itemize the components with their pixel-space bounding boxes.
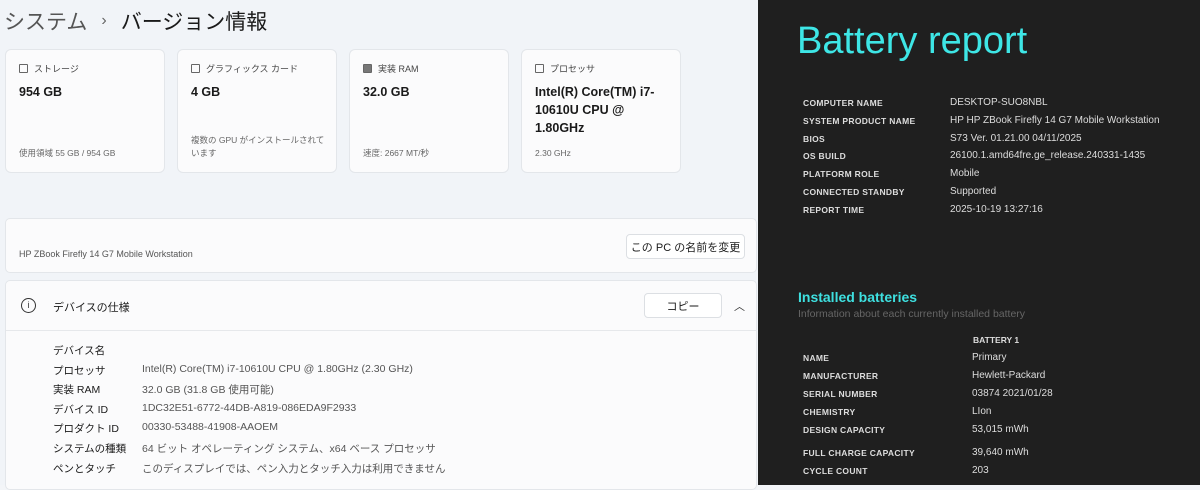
report-label: OS BUILD [803,151,847,162]
spec-label: システムの種類 [53,443,127,455]
processor-card[interactable]: プロセッサ Intel(R) Core(TM) i7-10610U CPU @ … [521,49,681,173]
info-icon: i [21,298,36,313]
report-value: Supported [950,186,997,197]
installed-batteries-subtitle: Information about each currently install… [798,308,1026,320]
rename-pc-button[interactable]: この PC の名前を変更 [626,234,745,259]
battery-label: SERIAL NUMBER [803,389,878,399]
copy-button[interactable]: コピー [644,293,722,318]
card-sub: 2.30 GHz [535,148,571,158]
report-value: S73 Ver. 01.21.00 04/11/2025 [950,132,1082,144]
spec-row: システムの種類 64 ビット オペレーティング システム、x64 ベース プロセッ… [53,441,436,456]
card-sub: 使用領域 55 GB / 954 GB [19,148,116,158]
storage-card[interactable]: ストレージ 954 GB 使用領域 55 GB / 954 GB [5,49,165,173]
spec-row: 実装 RAM 32.0 GB (31.8 GB 使用可能) [53,382,274,397]
spec-label: デバイス名 [53,345,106,357]
spec-label: ペンとタッチ [53,462,116,475]
spec-label: 実装 RAM [53,384,101,397]
battery-value: LIon [972,406,992,417]
spec-row: プロダクト ID 00330-53488-41908-AAOEM [53,421,278,436]
spec-row: ペンとタッチ このディスプレイでは、ペン入力とタッチ入力は利用できません [53,461,445,476]
spec-value: 32.0 GB (31.8 GB 使用可能) [142,384,274,397]
device-name: HP ZBook Firefly 14 G7 Mobile Workstatio… [19,249,193,259]
spec-row: デバイス名 [53,343,142,358]
storage-icon [19,64,28,73]
card-sub: 複数の GPU がインストールされています [191,135,325,158]
battery-label: CHEMISTRY [803,407,856,417]
report-label: CONNECTED STANDBY [803,187,905,197]
spec-value: Intel(R) Core(TM) i7-10610U CPU @ 1.80GH… [142,362,413,375]
battery-value: 53,015 mWh [972,424,1029,435]
breadcrumb-system[interactable]: システム [4,6,87,36]
graphics-card-icon [191,64,200,73]
report-label: COMPUTER NAME [803,98,883,108]
spec-value: 00330-53488-41908-AAOEM [142,421,279,434]
page-title: バージョン情報 [120,11,268,34]
report-value: 26100.1.amd64fre.ge_release.240331-1435 [950,150,1146,162]
card-label: ストレージ [34,64,79,74]
battery-value: 203 [972,465,989,476]
device-name-panel: HP ZBook Firefly 14 G7 Mobile Workstatio… [5,218,757,273]
battery-column-header: BATTERY 1 [973,335,1020,345]
spec-row: プロセッサ Intel(R) Core(TM) i7-10610U CPU @ 1… [53,363,413,378]
battery-label: MANUFACTURER [803,371,879,381]
card-value: 4 GB [191,85,221,99]
breadcrumb: システム › バージョン情報 [4,6,267,36]
processor-icon [535,64,544,73]
card-label: プロセッサ [550,64,596,74]
spec-label: プロセッサ [53,364,106,377]
battery-label: NAME [803,353,830,363]
chevron-up-icon[interactable]: ︿ [734,298,745,314]
spec-value: 1DC32E51-6772-44DB-A819-086EDA9F2933 [142,401,357,414]
card-value: 954 GB [19,85,63,99]
battery-value: 39,640 mWh [972,447,1029,458]
card-value: 32.0 GB [363,85,410,99]
ram-card[interactable]: 実装 RAM 32.0 GB 速度: 2667 MT/秒 [349,49,509,173]
report-label: PLATFORM ROLE [803,169,880,180]
spec-label: デバイス ID [53,403,109,416]
chevron-right-icon: › [101,12,107,29]
report-label: REPORT TIME [803,204,865,215]
spec-value: このディスプレイでは、ペン入力とタッチ入力は利用できません [142,462,446,475]
battery-label: CYCLE COUNT [803,466,868,476]
spec-value: 64 ビット オペレーティング システム、x64 ベース プロセッサ [142,443,436,455]
battery-value: Hewlett-Packard [972,370,1046,381]
battery-label: DESIGN CAPACITY [803,425,886,435]
card-sub: 速度: 2667 MT/秒 [363,148,430,158]
report-label: BIOS [803,133,825,144]
report-title: Battery report [797,20,1028,62]
settings-about-page: システム › バージョン情報 ストレージ 954 GB 使用領域 55 GB /… [0,0,758,490]
report-value: Mobile [950,168,980,180]
card-label: グラフィックス カード [206,64,299,74]
device-spec-title: デバイスの仕様 [53,302,130,314]
installed-batteries-title: Installed batteries [798,289,918,305]
spec-label: プロダクト ID [53,423,119,436]
battery-label: FULL CHARGE CAPACITY [803,448,915,458]
report-value: DESKTOP-SUO8NBL [950,97,1048,108]
spec-row: デバイス ID 1DC32E51-6772-44DB-A819-086EDA9F2… [53,402,356,417]
card-label: 実装 RAM [378,64,419,74]
device-spec-header[interactable]: i デバイスの仕様 コピー ︿ [6,281,756,331]
card-value: Intel(R) Core(TM) i7-10610U CPU @ 1.80GH… [535,85,655,135]
report-value: 2025-10-19 13:27:16 [950,203,1043,215]
report-value: HP HP ZBook Firefly 14 G7 Mobile Worksta… [950,114,1160,126]
battery-value: 03874 2021/01/28 [972,388,1053,399]
report-label: SYSTEM PRODUCT NAME [803,115,916,126]
ram-icon [363,64,372,73]
graphics-card[interactable]: グラフィックス カード 4 GB 複数の GPU がインストールされています [177,49,337,173]
battery-value: Primary [972,352,1007,363]
